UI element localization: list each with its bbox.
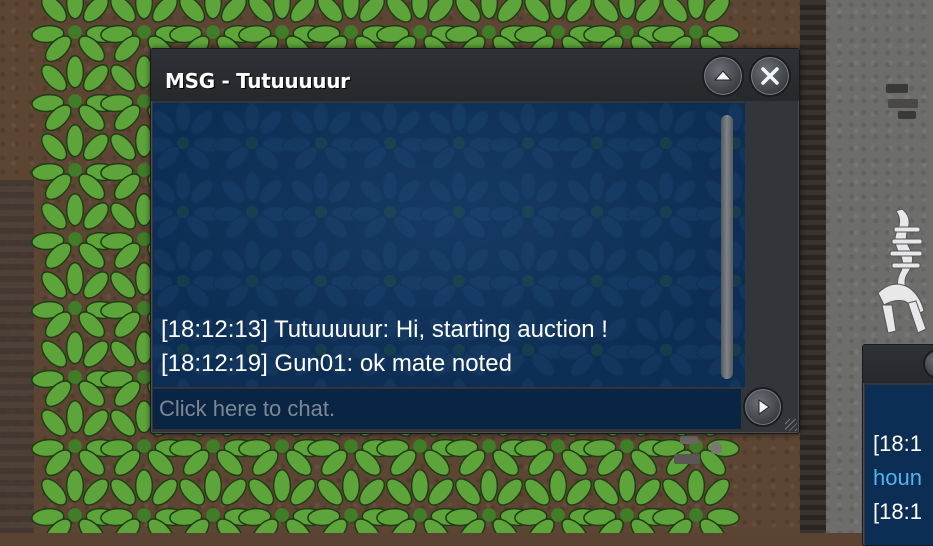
plant-sprite (31, 55, 119, 132)
chat-scrollbar-thumb[interactable] (721, 115, 733, 379)
watermark-leaf (626, 103, 706, 171)
plant-sprite (31, 124, 119, 201)
watermark-leaf (153, 239, 223, 309)
watermark-leaf (488, 239, 568, 309)
watermark-leaf (488, 103, 568, 171)
watermark-leaf (212, 239, 292, 309)
plant-sprite (652, 469, 740, 533)
window-button[interactable] (923, 349, 933, 379)
chat-log: [18:12:13] Tutuuuuur: Hi, starting aucti… (161, 313, 725, 381)
secondary-window-titlebar[interactable] (863, 345, 933, 383)
chat-message: [18:12:13] Tutuuuuur: Hi, starting aucti… (161, 316, 608, 343)
watermark-leaf (419, 170, 499, 240)
watermark-leaf (626, 239, 706, 309)
watermark-leaf (557, 103, 637, 171)
chat-message: [18:12:19] Gun01: ok mate noted (161, 350, 512, 377)
close-icon (761, 67, 779, 85)
chat-message: houn (873, 465, 922, 490)
secondary-chat-log[interactable]: [18:1 houn [18:1 (865, 385, 933, 545)
send-button[interactable] (743, 387, 783, 427)
chat-input[interactable] (153, 389, 741, 429)
watermark-leaf (350, 103, 430, 171)
chat-scrollbar[interactable] (721, 115, 733, 379)
watermark-leaf (557, 239, 637, 309)
watermark-leaf (488, 170, 568, 240)
watermark-leaf (153, 103, 223, 171)
rock-debris (886, 84, 918, 119)
watermark-leaf (281, 103, 361, 171)
watermark-leaf (350, 239, 430, 309)
watermark-leaf (281, 170, 361, 240)
chat-log-area[interactable]: [18:12:13] Tutuuuuur: Hi, starting aucti… (153, 103, 745, 387)
message-window-titlebar[interactable]: MSG - Tutuuuuur (151, 49, 799, 101)
rock-debris (674, 436, 722, 464)
chevron-up-icon (713, 70, 733, 81)
chat-message: [18:1 (873, 499, 922, 524)
watermark-leaf (212, 103, 292, 171)
watermark-leaf (212, 170, 292, 240)
plant-sprite (31, 193, 119, 270)
plant-sprite (31, 262, 119, 339)
watermark-leaf (419, 103, 499, 171)
resize-grip[interactable] (785, 419, 797, 431)
watermark-leaf (557, 170, 637, 240)
private-message-window: MSG - Tutuuuuur [18:12:13] Tutuuuuur: Hi… (150, 48, 800, 434)
secondary-chat-window: [18:1 houn [18:1 (862, 344, 933, 546)
collapse-button[interactable] (702, 55, 744, 97)
plant-sprite (31, 400, 119, 477)
watermark-leaf (626, 170, 706, 240)
chat-message: [18:1 (873, 431, 922, 456)
watermark-leaf (419, 239, 499, 309)
watermark-leaf (350, 170, 430, 240)
watermark-leaf (281, 239, 361, 309)
message-window-title: MSG - Tutuuuuur (165, 69, 350, 93)
plant-sprite (31, 331, 119, 408)
play-arrow-icon (758, 399, 770, 415)
close-button[interactable] (749, 55, 791, 97)
skeleton-creature[interactable] (872, 205, 930, 340)
watermark-leaf (153, 170, 223, 240)
